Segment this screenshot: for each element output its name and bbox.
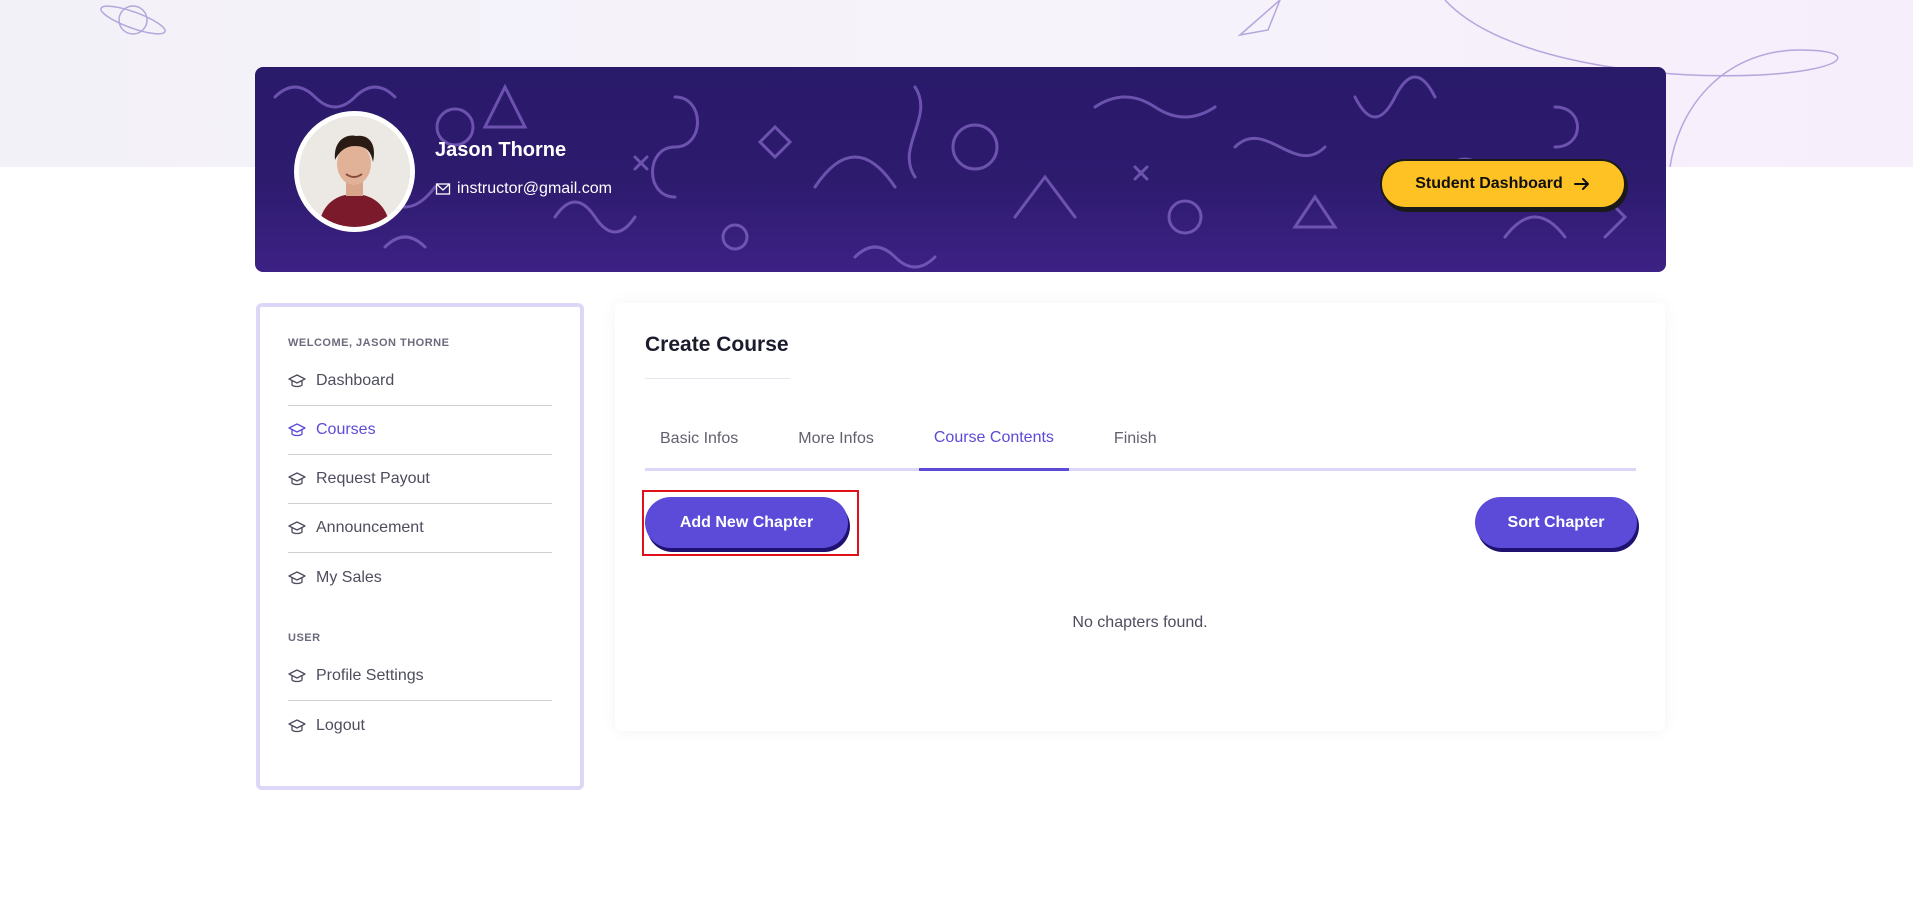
- student-dashboard-button[interactable]: Student Dashboard: [1380, 159, 1626, 209]
- tab-finish[interactable]: Finish: [1099, 407, 1172, 471]
- graduation-cap-icon: [288, 423, 306, 437]
- sidebar-item-logout[interactable]: Logout: [288, 701, 552, 750]
- empty-chapters-message: No chapters found.: [1072, 614, 1208, 631]
- sidebar-item-request-payout[interactable]: Request Payout: [288, 455, 552, 504]
- sidebar-item-my-sales[interactable]: My Sales: [288, 553, 552, 602]
- sidebar-item-label: Announcement: [316, 519, 424, 536]
- sidebar-item-label: Request Payout: [316, 470, 430, 487]
- profile-banner: Jason Thorne instructor@gmail.com Studen…: [255, 67, 1666, 272]
- user-email-text: instructor@gmail.com: [457, 180, 612, 197]
- sidebar-item-label: Logout: [316, 716, 365, 734]
- sidebar-item-announcement[interactable]: Announcement: [288, 504, 552, 553]
- tab-course-contents[interactable]: Course Contents: [918, 407, 1069, 471]
- sidebar-item-label: Courses: [316, 421, 376, 438]
- course-steps-tabs: Basic Infos More Infos Course Contents F…: [645, 407, 1636, 471]
- user-section-label: USER: [288, 632, 321, 644]
- graduation-cap-icon: [288, 669, 306, 683]
- avatar: [294, 111, 415, 232]
- welcome-label: WELCOME, JASON THORNE: [288, 337, 450, 349]
- title-divider: [645, 378, 790, 379]
- sidebar-item-label: My Sales: [316, 568, 382, 586]
- envelope-icon: [435, 183, 451, 195]
- user-email: instructor@gmail.com: [435, 180, 612, 198]
- tab-more-infos[interactable]: More Infos: [783, 407, 889, 471]
- arrow-right-icon: [1573, 178, 1589, 190]
- sidebar-item-label: Profile Settings: [316, 667, 424, 684]
- sidebar-item-label: Dashboard: [316, 372, 395, 389]
- sidebar-user-menu: Profile Settings Logout: [288, 652, 552, 750]
- add-new-chapter-button[interactable]: Add New Chapter: [645, 497, 848, 548]
- sort-chapter-button[interactable]: Sort Chapter: [1475, 497, 1637, 548]
- sidebar-item-profile-settings[interactable]: Profile Settings: [288, 652, 552, 701]
- graduation-cap-icon: [288, 472, 306, 486]
- create-course-panel: Create Course Basic Infos More Infos Cou…: [615, 303, 1665, 731]
- user-photo: [299, 116, 410, 227]
- sidebar-item-courses[interactable]: Courses: [288, 406, 552, 455]
- sidebar-item-dashboard[interactable]: Dashboard: [288, 357, 552, 406]
- user-name: Jason Thorne: [435, 139, 567, 161]
- sidebar-menu: Dashboard Courses Request Payout Announc…: [288, 357, 552, 602]
- graduation-cap-icon: [288, 521, 306, 535]
- page-title: Create Course: [645, 333, 789, 356]
- tab-basic-infos[interactable]: Basic Infos: [645, 407, 753, 471]
- graduation-cap-icon: [288, 570, 306, 584]
- dashboard-sidebar: WELCOME, JASON THORNE Dashboard Courses …: [256, 303, 584, 790]
- graduation-cap-icon: [288, 718, 306, 732]
- student-dashboard-label: Student Dashboard: [1415, 175, 1563, 192]
- graduation-cap-icon: [288, 374, 306, 388]
